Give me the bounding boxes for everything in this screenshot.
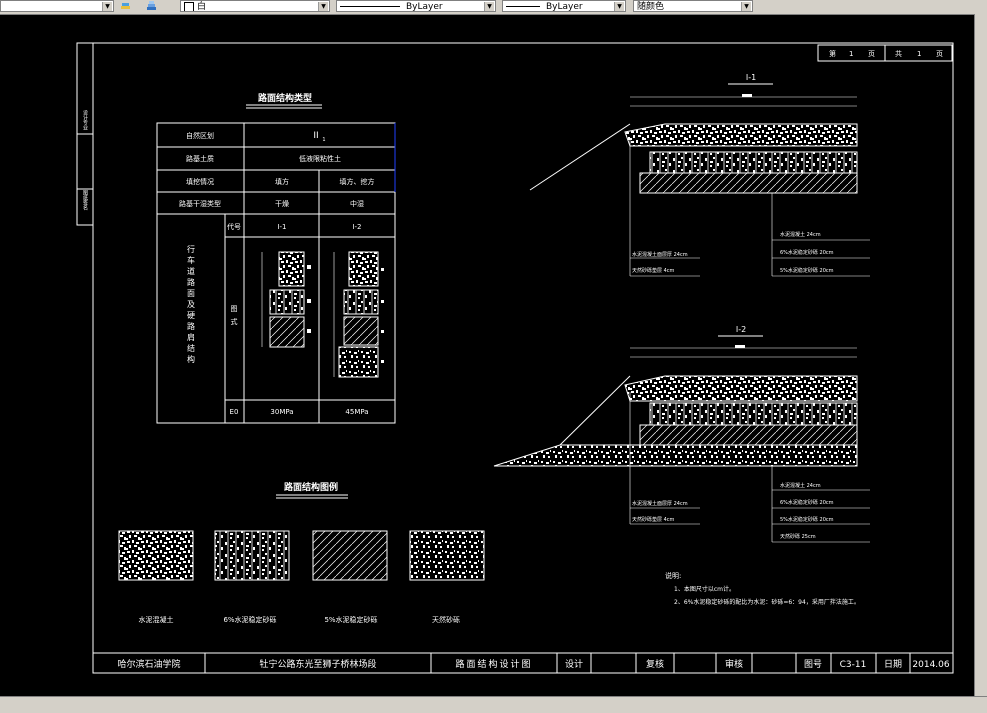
table-title: 路面结构类型 — [258, 92, 312, 104]
design-label: 设计 — [565, 658, 583, 670]
natural-zone-sub: 1 — [322, 137, 325, 143]
drawing-canvas[interactable]: 设计专业 图纸签名 第 1 页 共 1 页 路面结构类型 自然区划 II 1 路… — [0, 15, 974, 696]
page-info: 第 1 页 共 1 页 — [817, 44, 953, 62]
approve-label: 审核 — [725, 658, 743, 670]
code-a: I-1 — [277, 223, 286, 231]
linetype-dropdown[interactable]: ByLayer ▼ — [336, 0, 496, 12]
layer-dropdown-left[interactable]: ▼ — [0, 0, 114, 12]
svg-text:第: 第 — [829, 49, 836, 58]
col-code: 代号 — [227, 222, 241, 231]
note-2: 2、6%水泥稳定砂砾的配比为水泥：砂砾=6：94，采用厂拌法施工。 — [674, 598, 860, 606]
svg-text:页: 页 — [868, 50, 875, 58]
natural-zone-value: II — [313, 131, 318, 141]
column-diagram-i2 — [333, 251, 384, 378]
i2-right-layer-2: 6%水泥稳定砂砾 20cm — [780, 499, 834, 506]
moist-b: 中湿 — [350, 199, 364, 208]
drawing-name: 路面结构设计图 — [455, 658, 532, 670]
svg-text:页: 页 — [936, 50, 943, 58]
school-name: 哈尔滨石油学院 — [117, 658, 180, 670]
svg-text:共: 共 — [895, 49, 902, 58]
legend-title: 路面结构图例 — [284, 481, 338, 493]
moist-a: 干燥 — [275, 199, 289, 208]
project-name: 牡宁公路东光至狮子桥林场段 — [259, 658, 376, 670]
i1-right-layer-3: 5%水泥稳定砂砾 20cm — [780, 267, 834, 274]
note-1: 1、本图尺寸以cm计。 — [674, 585, 735, 593]
i2-left-layer-1: 水泥混凝土面层厚 24cm — [632, 500, 688, 507]
date-value: 2014.06 — [912, 660, 949, 670]
row-soil: 路基土质 — [186, 154, 214, 163]
legend-swatch-stab5 — [312, 530, 388, 581]
svg-text:1: 1 — [849, 50, 853, 58]
legend-label-3: 5%水泥稳定砂砾 — [324, 615, 377, 624]
side-label-1: 设计专业 — [82, 109, 88, 130]
fill-a: 填方 — [275, 177, 289, 186]
code-b: I-2 — [352, 223, 361, 231]
fill-b: 填方、挖方 — [340, 177, 375, 186]
row-natural-zone: 自然区划 — [186, 131, 214, 140]
e0-b: 45MPa — [345, 408, 368, 416]
col-e0: E0 — [230, 408, 239, 416]
row-moisture: 路基干湿类型 — [179, 199, 221, 208]
section-i1: I-1 — [529, 73, 870, 277]
legend-label-1: 水泥混凝土 — [139, 615, 174, 624]
review-label: 复核 — [646, 658, 664, 670]
i2-right-layer-1: 水泥混凝土 24cm — [780, 482, 821, 489]
legend-swatch-gravel — [409, 530, 485, 581]
i1-left-layer-2: 天然砂砾垫层 4cm — [632, 267, 675, 274]
svg-text:1: 1 — [917, 50, 921, 58]
e0-a: 30MPa — [270, 408, 293, 416]
date-label: 日期 — [884, 659, 902, 670]
layer-dropdown[interactable]: 白 ▼ — [180, 0, 330, 12]
color-dropdown[interactable]: 随颜色 ▼ — [633, 0, 753, 12]
side-label-2: 图纸签名 — [82, 190, 88, 211]
i1-right-layer-1: 水泥混凝土 24cm — [780, 231, 821, 238]
section-i2: I-2 — [493, 325, 870, 543]
column-diagram-i1 — [261, 251, 311, 348]
properties-toolbar: ▼ 白 ▼ ByLayer ▼ ByLayer ▼ 随颜色 ▼ — [0, 0, 987, 15]
row-fill: 填挖情况 — [186, 177, 214, 186]
i1-right-layer-2: 6%水泥稳定砂砾 20cm — [780, 249, 834, 256]
svg-text:I-2: I-2 — [736, 325, 746, 334]
legend-swatches — [118, 530, 485, 581]
i1-left-layer-1: 水泥混凝土面层厚 24cm — [632, 251, 688, 258]
svg-text:I-1: I-1 — [746, 73, 756, 82]
horizontal-scrollbar[interactable] — [0, 696, 987, 713]
i2-right-layer-3: 5%水泥稳定砂砾 20cm — [780, 516, 834, 523]
col-figure: 图式 — [230, 305, 238, 331]
legend-label-4: 天然砂砾 — [432, 615, 460, 624]
drawing-no: C3-11 — [840, 660, 867, 670]
soil-value: 低液限粘性土 — [299, 154, 341, 163]
i2-right-layer-4: 天然砂砾 25cm — [780, 533, 816, 540]
i2-left-layer-2: 天然砂砾垫层 4cm — [632, 516, 675, 523]
legend-swatch-concrete — [118, 530, 194, 581]
legend-swatch-stab6 — [214, 530, 290, 581]
layer-state-icon[interactable] — [120, 1, 131, 12]
vertical-scrollbar[interactable] — [974, 14, 987, 696]
vertical-label: 行车道路面及硬路肩结构 — [187, 244, 196, 366]
layer-stack-icon[interactable] — [146, 1, 157, 12]
drawing-no-label: 图号 — [804, 659, 822, 670]
legend-label-2: 6%水泥稳定砂砾 — [223, 615, 276, 624]
lineweight-dropdown[interactable]: ByLayer ▼ — [502, 0, 626, 12]
notes-title: 说明: — [665, 571, 681, 580]
